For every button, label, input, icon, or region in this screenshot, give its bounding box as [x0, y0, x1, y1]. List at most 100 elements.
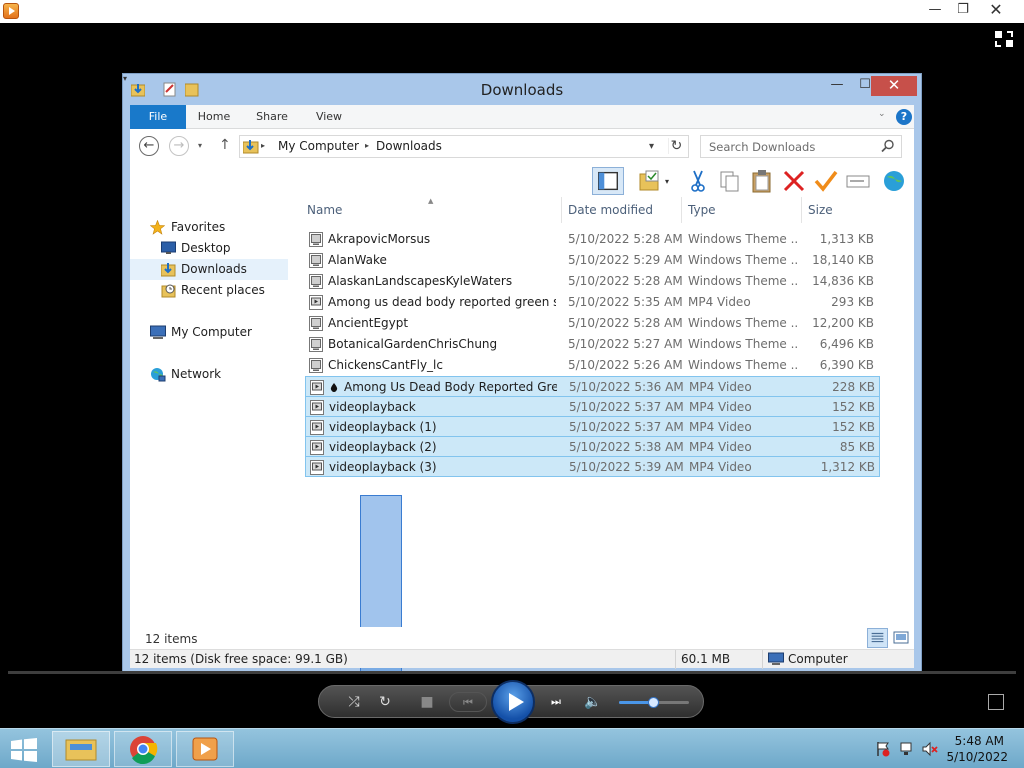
nav-item-desktop[interactable]: Desktop	[130, 238, 288, 259]
column-header-size[interactable]: Size	[806, 197, 879, 223]
explorer-minimize-button[interactable]: —	[823, 76, 851, 96]
navigation-pane: Favorites Desktop Downloads Recent place…	[130, 197, 300, 627]
shuffle-button[interactable]: ⤮	[343, 692, 365, 712]
checkmark-icon[interactable]	[814, 169, 838, 193]
clock-time[interactable]: 5:48 AM	[940, 734, 1004, 748]
table-row[interactable]: AlanWake 5/10/2022 5:29 AM Windows Theme .…	[305, 250, 880, 271]
chrome-icon	[130, 736, 158, 765]
globe-icon[interactable]	[882, 169, 906, 193]
status-divider	[762, 650, 763, 669]
tab-home[interactable]: Home	[192, 105, 236, 129]
column-header-name[interactable]: Name	[305, 197, 562, 223]
file-size: 14,836 KB	[812, 274, 874, 288]
video-file-icon	[309, 295, 323, 310]
organize-dropdown-icon[interactable]: ▾	[665, 177, 675, 187]
file-size: 12,200 KB	[812, 316, 874, 330]
tab-view[interactable]: View	[307, 105, 351, 129]
table-row[interactable]: videoplayback (1) 5/10/2022 5:37 AM MP4 Vi…	[305, 416, 880, 437]
address-bar[interactable]: ▸ My Computer ▸ Downloads ▾ ↻	[239, 135, 689, 158]
large-icons-view-icon[interactable]	[892, 628, 910, 648]
cut-icon[interactable]	[686, 169, 710, 193]
nav-item-recent-places[interactable]: Recent places	[130, 280, 288, 301]
player-close-button[interactable]: ✕	[976, 0, 1016, 22]
ribbon-expand-icon[interactable]: ⌄	[878, 109, 890, 121]
search-icon[interactable]	[881, 139, 895, 153]
file-type: MP4 Video	[689, 420, 752, 434]
play-button[interactable]	[491, 680, 535, 724]
previous-button[interactable]: ⏮	[449, 692, 487, 712]
breadcrumb-downloads[interactable]: Downloads	[376, 139, 442, 153]
up-level-button[interactable]: ↑	[219, 137, 233, 155]
file-date-modified: 5/10/2022 5:39 AM	[569, 460, 684, 474]
table-row[interactable]: ChickensCantFly_lc 5/10/2022 5:26 AM Windo…	[305, 355, 880, 376]
details-view-icon[interactable]	[867, 628, 888, 648]
player-restore-button[interactable]: ❐	[948, 0, 978, 22]
repeat-button[interactable]: ↻	[374, 692, 396, 712]
volume-muted-tray-icon[interactable]	[922, 741, 938, 757]
file-type: MP4 Video	[689, 460, 752, 474]
next-button[interactable]: ⏭	[537, 692, 575, 712]
network-tray-icon[interactable]	[899, 741, 915, 757]
file-date-modified: 5/10/2022 5:28 AM	[568, 232, 683, 246]
switch-to-fullscreen-icon[interactable]	[988, 694, 1004, 710]
breadcrumb-separator-icon[interactable]: ▸	[261, 141, 265, 150]
explorer-close-button[interactable]: ✕	[871, 76, 917, 96]
preview-pane-icon[interactable]	[592, 167, 624, 195]
taskbar-file-explorer[interactable]	[52, 731, 110, 767]
media-player-app-icon[interactable]	[3, 3, 19, 19]
help-icon[interactable]: ?	[896, 109, 912, 125]
file-date-modified: 5/10/2022 5:37 AM	[569, 400, 684, 414]
nav-item-my-computer[interactable]: My Computer	[130, 322, 288, 343]
table-row[interactable]: videoplayback (3) 5/10/2022 5:39 AM MP4 Vi…	[305, 456, 880, 477]
file-type: Windows Theme ...	[688, 232, 798, 246]
refresh-button[interactable]: ↻	[668, 138, 684, 154]
windows-start-icon[interactable]	[10, 738, 38, 762]
nav-item-downloads[interactable]: Downloads	[130, 259, 288, 280]
column-header-type[interactable]: Type	[686, 197, 802, 223]
taskbar-media-player[interactable]	[176, 731, 234, 767]
table-row[interactable]: AkrapovicMorsus 5/10/2022 5:28 AM Windows …	[305, 229, 880, 250]
back-button[interactable]: ←	[139, 136, 159, 156]
table-row[interactable]: Among Us Dead Body Reported Green... 5/10…	[305, 376, 880, 397]
player-minimize-button[interactable]: —	[920, 0, 950, 22]
volume-slider[interactable]	[619, 697, 689, 708]
nav-label: Network	[171, 367, 222, 381]
file-date-modified: 5/10/2022 5:26 AM	[568, 358, 683, 372]
search-input[interactable]	[701, 136, 876, 157]
table-row[interactable]: videoplayback 5/10/2022 5:37 AM MP4 Video 1…	[305, 396, 880, 417]
nav-item-favorites[interactable]: Favorites	[130, 217, 288, 238]
clock-date[interactable]: 5/10/2022	[940, 750, 1008, 764]
taskbar-chrome[interactable]	[114, 731, 172, 767]
breadcrumb-my-computer[interactable]: My Computer	[278, 139, 359, 153]
stop-button[interactable]: ■	[416, 692, 438, 712]
tab-file[interactable]: File	[130, 105, 186, 129]
delete-icon[interactable]	[782, 169, 806, 193]
taskbar: 5:48 AM 5/10/2022	[0, 728, 1024, 768]
paste-icon[interactable]	[750, 169, 774, 193]
copy-icon[interactable]	[718, 169, 742, 193]
volume-slider-thumb[interactable]	[648, 697, 659, 708]
table-row[interactable]: BotanicalGardenChrisChung 5/10/2022 5:27 …	[305, 334, 880, 355]
address-dropdown-icon[interactable]: ▾	[649, 141, 661, 153]
downloads-folder-icon	[161, 263, 176, 277]
seek-bar[interactable]	[8, 671, 1016, 674]
mute-button[interactable]: 🔈	[582, 692, 604, 712]
table-row[interactable]: Among us dead body reported green scr...…	[305, 292, 880, 313]
table-row[interactable]: AncientEgypt 5/10/2022 5:28 AM Windows The…	[305, 313, 880, 334]
organize-folder-icon[interactable]	[638, 169, 662, 193]
nav-item-network[interactable]: Network	[130, 364, 288, 385]
column-header-date-modified[interactable]: Date modified	[566, 197, 682, 223]
switch-to-library-icon[interactable]	[994, 30, 1014, 48]
recent-locations-dropdown-icon[interactable]: ▾	[198, 141, 208, 151]
nav-label: My Computer	[171, 325, 252, 339]
rename-icon[interactable]	[846, 169, 870, 193]
theme-file-icon	[309, 232, 323, 247]
forward-button[interactable]: →	[169, 136, 189, 156]
tab-share[interactable]: Share	[250, 105, 294, 129]
breadcrumb-separator-icon[interactable]: ▸	[365, 141, 369, 150]
action-center-flag-icon[interactable]	[875, 741, 891, 757]
table-row[interactable]: AlaskanLandscapesKyleWaters 5/10/2022 5:2…	[305, 271, 880, 292]
file-type: Windows Theme ...	[688, 358, 798, 372]
table-row[interactable]: videoplayback (2) 5/10/2022 5:38 AM MP4 Vi…	[305, 436, 880, 457]
file-size: 6,390 KB	[819, 358, 874, 372]
